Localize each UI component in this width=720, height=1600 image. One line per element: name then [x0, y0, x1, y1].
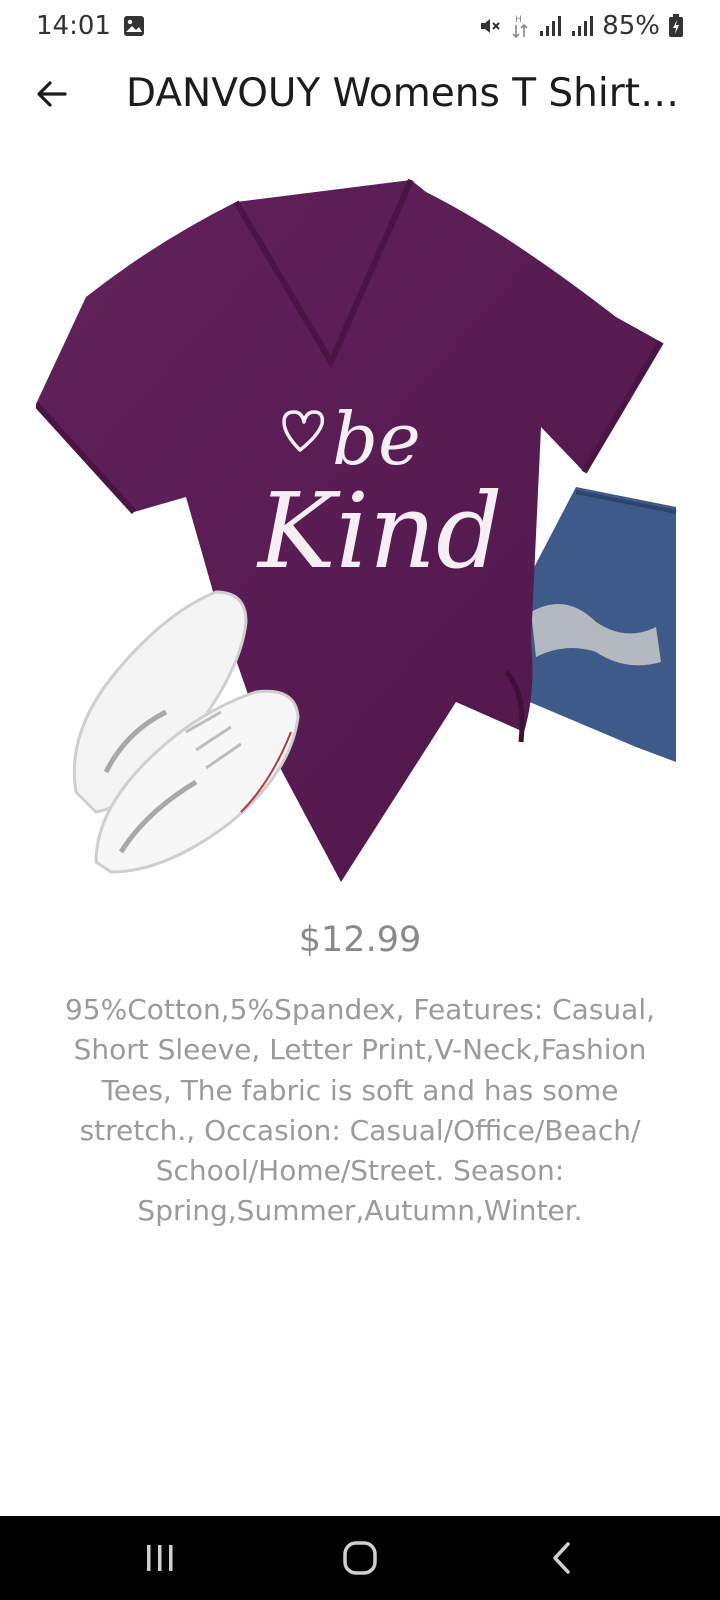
system-nav-bar: [0, 1516, 720, 1600]
status-time: 14:01: [36, 11, 111, 41]
product-description: 95%Cotton,5%Spandex, Features: Casual, S…: [64, 993, 655, 1228]
battery-charging-icon: [668, 14, 684, 38]
image-notification-icon: [123, 15, 145, 37]
home-icon: [343, 1541, 377, 1575]
data-transfer-icon: H: [510, 13, 530, 39]
recents-icon: [147, 1545, 173, 1571]
svg-text:be: be: [332, 397, 421, 481]
page-title: DANVOUY Womens T Shirt C…: [126, 71, 686, 116]
svg-text:H: H: [515, 15, 522, 25]
status-left: 14:01: [36, 11, 145, 41]
status-right: H 85%: [478, 11, 684, 41]
arrow-left-icon: [37, 81, 67, 107]
recents-button[interactable]: [100, 1516, 220, 1600]
product-price: $12.99: [298, 920, 422, 960]
product-image: be Kind: [33, 172, 686, 902]
back-button[interactable]: [24, 66, 80, 122]
svg-text:Kind: Kind: [256, 470, 503, 592]
home-button[interactable]: [300, 1516, 420, 1600]
battery-percent: 85%: [602, 11, 660, 41]
app-bar: DANVOUY Womens T Shirt C…: [0, 52, 720, 136]
back-nav-button[interactable]: [502, 1516, 622, 1600]
signal-icon: [570, 15, 594, 37]
back-icon: [553, 1542, 570, 1574]
mute-icon: [478, 14, 502, 38]
signal-icon: [538, 15, 562, 37]
status-bar: 14:01 H 85%: [0, 0, 720, 52]
